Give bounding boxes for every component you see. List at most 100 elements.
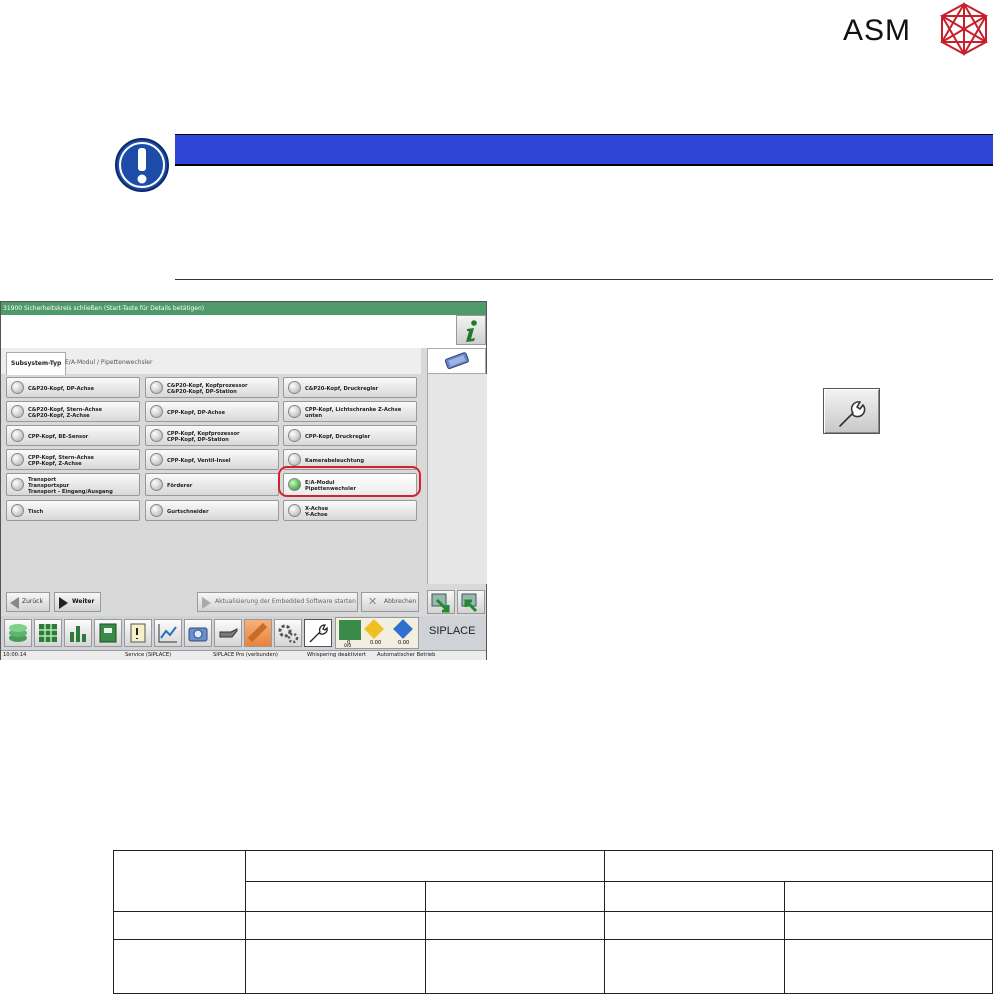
toolbar-button[interactable] (34, 619, 62, 647)
toolbar-button[interactable] (274, 619, 302, 647)
subsystem-button[interactable]: CPP-Kopf, DP-Achse (145, 401, 279, 422)
subsystem-label: Tisch (28, 508, 44, 515)
wrench-icon (309, 624, 328, 643)
main-toolbar: 0 0/0 0.00 0.00 SIPLACE (1, 616, 486, 650)
toolbar-button[interactable] (94, 619, 122, 647)
toolbar-button[interactable] (154, 619, 182, 647)
next-button[interactable]: Weiter (54, 592, 101, 612)
subsystem-label: C&P20-Kopf, Z-Achse (28, 412, 90, 419)
toolbar-button[interactable] (244, 619, 272, 647)
line-chart-icon (158, 624, 177, 643)
table-header-cell (113, 850, 246, 912)
subsystem-button[interactable]: CPP-Kopf, Ventil-Insel (145, 449, 279, 470)
wrench-icon (839, 401, 866, 427)
subsystem-button[interactable]: Gurtschneider (145, 500, 279, 521)
status-led-icon (150, 453, 163, 466)
counter-value: 0.00 (398, 640, 410, 646)
status-whisper: Whispering deaktiviert (307, 652, 366, 658)
toolbar-button[interactable] (64, 619, 92, 647)
subsystem-label: CPP-Kopf, DP-Station (167, 436, 229, 443)
update-software-button[interactable]: Aktualisierung der Embedded Software sta… (197, 592, 358, 612)
table-cell (113, 939, 246, 994)
counter-value: 0.00 (370, 640, 382, 646)
subsystem-button[interactable]: Tisch (6, 500, 140, 521)
board-in-button[interactable] (427, 590, 455, 614)
tape-icon (247, 622, 268, 643)
info-icon (466, 320, 477, 342)
subsystem-button[interactable]: Transport Transportspur Transport - Eingan… (6, 473, 140, 496)
subsystem-button[interactable]: Förderer (145, 473, 279, 496)
subsystem-label: Förderer (167, 482, 193, 489)
subsystem-label: C&P20-Kopf, DP-Station (167, 388, 237, 395)
status-led-icon (150, 478, 163, 491)
status-led-icon (150, 405, 163, 418)
subsystem-button[interactable]: C&P20-Kopf, Druckregler (283, 377, 417, 398)
table-cell (604, 939, 785, 994)
side-panel (427, 374, 487, 584)
cancel-button[interactable]: ✕ Abbrechen (361, 592, 419, 612)
play-icon (202, 597, 211, 609)
next-label: Weiter (72, 598, 95, 605)
subsystem-button[interactable]: CPP-Kopf, Kopfprozessor CPP-Kopf, DP-Stat… (145, 425, 279, 446)
subsystem-button[interactable]: CPP-Kopf, Lichtschranke Z-Achse unten (283, 401, 417, 422)
status-led-icon (288, 504, 301, 517)
subsystem-label: Transport - Eingang/Ausgang (28, 488, 113, 495)
subsystem-button[interactable]: C&P20-Kopf, Kopfprozessor C&P20-Kopf, DP-… (145, 377, 279, 398)
counter-diamond-icon (364, 619, 384, 639)
table-row (113, 939, 993, 994)
subsystem-label: CPP-Kopf, Z-Achse (28, 460, 82, 467)
table-header-cell (604, 850, 993, 882)
status-led-icon (150, 381, 163, 394)
close-icon: ✕ (368, 595, 378, 608)
status-led-icon (11, 405, 24, 418)
subsystem-label: CPP-Kopf, Druckregler (305, 433, 371, 440)
bar-chart-icon (70, 626, 86, 642)
chip-icon (444, 352, 469, 370)
arrow-right-icon (59, 597, 68, 609)
service-wrench-button[interactable] (823, 388, 880, 434)
subsystem-button[interactable]: C&P20-Kopf, Stern-Achse C&P20-Kopf, Z-Ach… (6, 401, 140, 422)
subsystem-label: CPP-Kopf, BE-Sensor (28, 433, 89, 440)
toolbar-button[interactable] (184, 619, 212, 647)
table-cell (425, 939, 605, 994)
oil-can-icon (219, 628, 238, 638)
subsystem-label: C&P20-Kopf, Druckregler (305, 385, 379, 392)
subsystem-button[interactable]: CPP-Kopf, Stern-Achse CPP-Kopf, Z-Achse (6, 449, 140, 470)
board-out-button[interactable] (457, 590, 485, 614)
selection-highlight (278, 466, 421, 497)
table-header-cell (784, 881, 993, 912)
info-button[interactable] (456, 315, 486, 345)
camera-icon (188, 627, 208, 642)
warning-divider (175, 279, 993, 280)
subsystem-label: Gurtschneider (167, 508, 209, 515)
status-time: 10:00:14 (3, 652, 27, 658)
subsystem-button[interactable]: CPP-Kopf, BE-Sensor (6, 425, 140, 446)
subsystem-button[interactable]: X-Achse Y-Achse (283, 500, 417, 521)
toolbar-button[interactable] (214, 619, 242, 647)
status-operation: Automatischer Betrieb (377, 652, 436, 658)
subsystem-label: CPP-Kopf, Lichtschranke Z-Achse unten (305, 406, 402, 419)
subsystem-label: CPP-Kopf, DP-Achse (167, 409, 225, 416)
status-led-icon (11, 429, 24, 442)
subsystem-button[interactable]: CPP-Kopf, Druckregler (283, 425, 417, 446)
table-cell (784, 939, 993, 994)
status-connection: SIPLACE Pro (verbunden) (213, 652, 278, 658)
toolbar-button[interactable] (124, 619, 152, 647)
service-toolbar-button[interactable] (304, 619, 332, 647)
board-transfer-icon (431, 593, 450, 613)
back-button[interactable]: Zurück (6, 592, 50, 612)
tab-hardware[interactable] (427, 348, 486, 374)
subsystem-button[interactable]: C&P20-Kopf, DP-Achse (6, 377, 140, 398)
data-table (113, 850, 993, 994)
warning-header-bar (175, 134, 993, 166)
toolbar-button[interactable] (4, 619, 32, 647)
warning-exclamation-icon (115, 138, 169, 192)
status-led-icon (288, 381, 301, 394)
message-bar[interactable]: 31900 Sicherheitskreis schließen (Start-… (1, 302, 486, 315)
tab-subsystem-type[interactable]: Subsystem-Typ (6, 352, 67, 375)
table-cell (113, 911, 246, 940)
tab-io-module[interactable]: E/A-Modul / Pipettenwechsler (61, 352, 156, 374)
grid-icon (39, 624, 57, 642)
table-cell (604, 911, 785, 940)
siplace-brand: SIPLACE (429, 625, 476, 637)
